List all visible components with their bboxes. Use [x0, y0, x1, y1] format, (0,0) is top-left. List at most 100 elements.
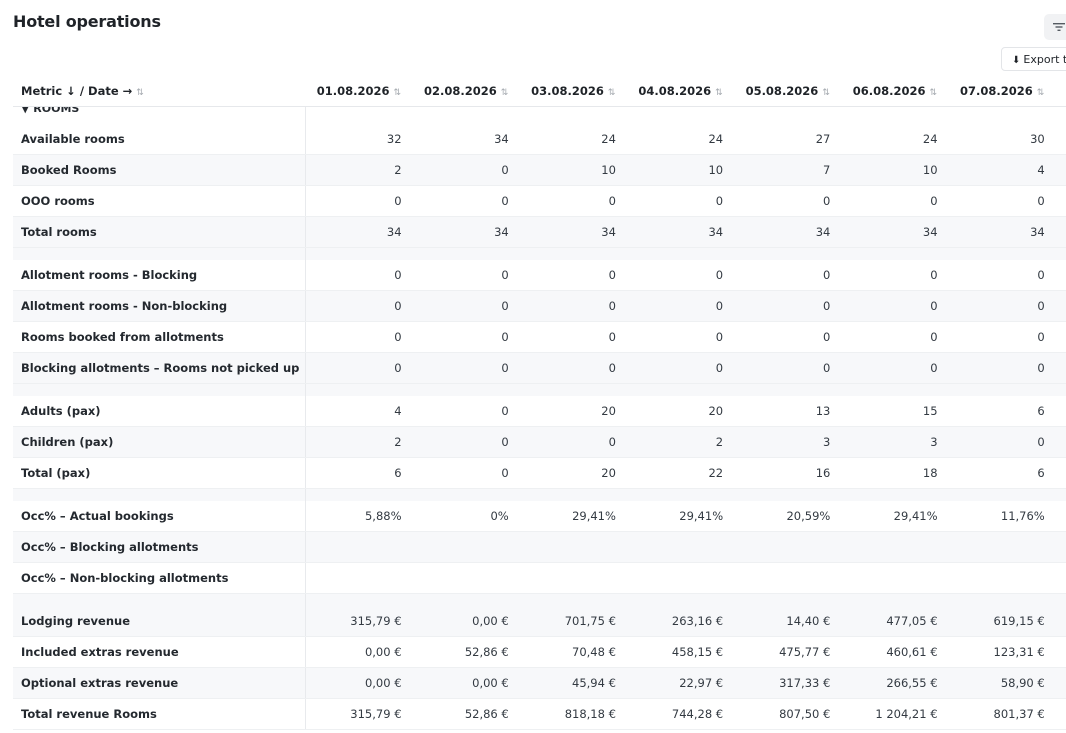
value-cell: 0,00 €	[412, 667, 520, 699]
metric-header-label: Metric ↓ / Date →	[21, 84, 133, 98]
value-cell: 744,28 €	[626, 698, 735, 730]
spacer-cell	[13, 247, 306, 260]
value-cell: 0	[626, 352, 735, 384]
value-cell: 0	[734, 260, 842, 291]
table-row: Rooms booked from allotments00000000	[13, 321, 1066, 353]
value-cell: 0	[626, 260, 735, 291]
operations-table: Metric ↓ / Date → ⇅ 01.08.2026 ⇅ 02.08.2026 ⇅…	[13, 76, 1066, 730]
value-cell	[305, 531, 413, 563]
value-cell: 4	[1055, 396, 1066, 427]
section-header-row[interactable]: ▼ ROOMS	[13, 106, 1066, 124]
date-column-header[interactable]: 05.08.2026 ⇅	[734, 76, 842, 107]
hotel-operations-page: Hotel operations ⬇ Export t Metric ↓ / Da…	[0, 0, 1066, 733]
date-column-header[interactable]: 06.08.2026 ⇅	[841, 76, 949, 107]
group-spacer-row	[13, 488, 1066, 501]
section-toggle[interactable]: ▼ ROOMS	[13, 106, 306, 124]
date-header-label: 07.08.2026	[959, 84, 1033, 98]
value-cell: 24	[841, 124, 949, 155]
value-cell: 0	[948, 260, 1056, 291]
sort-icon[interactable]: ⇅	[1037, 88, 1045, 98]
value-cell: 0	[412, 260, 520, 291]
value-cell: 5,88%	[305, 501, 413, 532]
value-cell: 701,75 €	[519, 606, 627, 637]
value-cell: 16	[734, 457, 842, 489]
table-row: Total revenue Rooms 315,79 €52,86 €818,18…	[13, 698, 1066, 730]
metric-label: Included extras revenue	[13, 636, 306, 668]
table-body: ▼ ROOMSAvailable rooms3234242427243031Bo…	[13, 106, 1066, 730]
section-label-rooms: ▼ ROOMS	[21, 106, 80, 115]
value-cell: 24	[519, 124, 627, 155]
metric-label: Total (pax)	[13, 457, 306, 489]
date-column-header[interactable]: 01.08.2026 ⇅	[305, 76, 413, 107]
metric-date-header[interactable]: Metric ↓ / Date → ⇅	[13, 76, 306, 107]
sort-icon[interactable]: ⇅	[136, 88, 144, 98]
value-cell: 18	[841, 457, 949, 489]
metric-label: Occ% – Non-blocking allotments	[13, 562, 306, 594]
value-cell: 0	[841, 352, 949, 384]
page-title: Hotel operations	[13, 12, 161, 31]
sort-icon[interactable]: ⇅	[715, 88, 723, 98]
value-cell: 3	[841, 426, 949, 458]
date-column-header[interactable]: 03.08.2026 ⇅	[519, 76, 627, 107]
value-cell: 22	[626, 457, 735, 489]
spacer-cell	[13, 488, 306, 501]
export-button[interactable]: ⬇ Export t	[1001, 47, 1066, 71]
table-row: Adults (pax)402020131564	[13, 396, 1066, 427]
date-header-label: 06.08.2026	[852, 84, 926, 98]
metric-label: Occ% – Actual bookings	[13, 501, 306, 532]
table-row: Included extras revenue 0,00 €52,86 €70,4…	[13, 636, 1066, 668]
table-row: Occ% – Non-blocking allotments	[13, 562, 1066, 594]
date-column-header[interactable]: 02.08.2026 ⇅	[412, 76, 520, 107]
value-cell: 315,79 €	[305, 606, 413, 637]
value-cell: 34	[626, 216, 735, 248]
spacer-cell	[305, 247, 1066, 260]
value-cell: 315,79 €	[305, 698, 413, 730]
value-cell: 10	[841, 154, 949, 186]
value-cell: 619,15 €	[948, 606, 1056, 637]
value-cell: 0	[412, 185, 520, 217]
value-cell: 34	[948, 216, 1056, 248]
value-cell: 0	[519, 321, 627, 353]
value-cell: 20	[626, 396, 735, 427]
value-cell: 0	[1055, 260, 1066, 291]
filter-button[interactable]	[1044, 14, 1066, 40]
metric-label: Total rooms	[13, 216, 306, 248]
value-cell: 22,97 €	[626, 667, 735, 699]
value-cell: 0	[412, 154, 520, 186]
sort-icon[interactable]: ⇅	[930, 88, 938, 98]
value-cell: 0	[412, 321, 520, 353]
date-column-header[interactable]: 07.08.2026 ⇅	[948, 76, 1056, 107]
value-cell: 0,00 €	[305, 667, 413, 699]
value-cell: 3	[1055, 154, 1066, 186]
operations-table-container[interactable]: Metric ↓ / Date → ⇅ 01.08.2026 ⇅ 02.08.2026 ⇅…	[13, 76, 1066, 733]
value-cell: 2	[305, 154, 413, 186]
metric-label: Available rooms	[13, 124, 306, 155]
table-row: Available rooms3234242427243031	[13, 124, 1066, 155]
table-row: Allotment rooms - Blocking00000000	[13, 260, 1066, 291]
value-cell	[519, 531, 627, 563]
date-column-header[interactable]: 04.08.2026 ⇅	[626, 76, 735, 107]
date-header-label: 03.08.2026	[531, 84, 604, 98]
value-cell	[948, 562, 1056, 594]
spacer-cell	[305, 488, 1066, 501]
value-cell: 460,61 €	[841, 636, 949, 668]
spacer-cell	[305, 383, 1066, 396]
sort-icon[interactable]: ⇅	[394, 88, 402, 98]
value-cell: 58,90 €	[948, 667, 1056, 699]
sort-icon[interactable]: ⇅	[822, 88, 830, 98]
value-cell: 2	[305, 426, 413, 458]
metric-label: Allotment rooms - Blocking	[13, 260, 306, 291]
sort-icon[interactable]: ⇅	[501, 88, 509, 98]
value-cell: 0	[519, 185, 627, 217]
value-cell: 3	[734, 426, 842, 458]
date-header-label: 01.08.2026	[316, 84, 390, 98]
value-cell: 0	[519, 290, 627, 322]
value-cell: 807,50 €	[734, 698, 842, 730]
value-cell: 0	[412, 426, 520, 458]
date-column-header[interactable]: 08.08.2026⇅	[1055, 76, 1066, 107]
value-cell: 52,86 €	[412, 698, 520, 730]
sort-icon[interactable]: ⇅	[608, 88, 616, 98]
metric-label: OOO rooms	[13, 185, 306, 217]
value-cell: 0,00 €	[412, 606, 520, 637]
value-cell	[1055, 562, 1066, 594]
